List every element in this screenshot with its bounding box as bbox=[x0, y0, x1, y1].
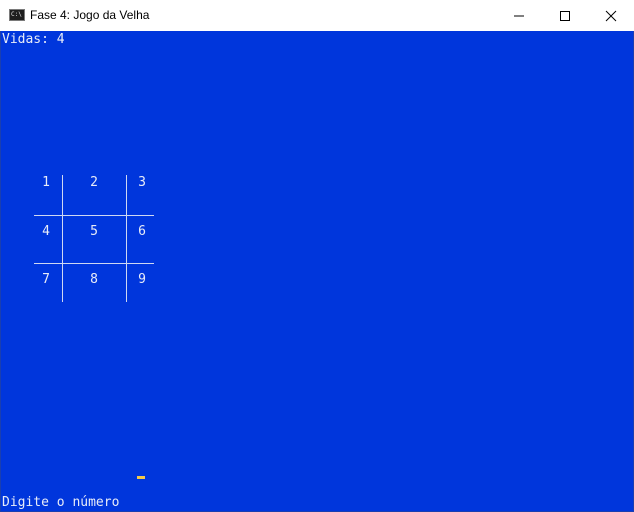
close-icon bbox=[605, 10, 617, 22]
text-cursor bbox=[137, 476, 145, 479]
minimize-icon bbox=[514, 15, 524, 17]
board-cell-8: 8 bbox=[90, 272, 98, 287]
console-area[interactable]: Vidas: 4 1 2 3 4 5 6 7 8 9 Digite o núme… bbox=[0, 31, 634, 512]
console-window: C:\ Fase 4: Jogo da Velha Vidas: 4 1 2 3… bbox=[0, 0, 634, 512]
board-cell-9: 9 bbox=[138, 272, 146, 287]
board-vertical-line-left bbox=[62, 175, 63, 302]
board-cell-6: 6 bbox=[138, 224, 146, 239]
board-horizontal-line-bottom bbox=[34, 263, 154, 264]
board-cell-5: 5 bbox=[90, 224, 98, 239]
minimize-button[interactable] bbox=[496, 0, 542, 31]
board-cell-3: 3 bbox=[138, 175, 146, 190]
board-cell-7: 7 bbox=[42, 272, 50, 287]
board-vertical-line-right bbox=[126, 175, 127, 302]
maximize-icon bbox=[560, 11, 570, 21]
board-cell-1: 1 bbox=[42, 175, 50, 190]
window-title: Fase 4: Jogo da Velha bbox=[30, 8, 150, 22]
tic-tac-toe-board: 1 2 3 4 5 6 7 8 9 bbox=[1, 31, 634, 512]
input-prompt: Digite o número bbox=[2, 495, 120, 510]
board-cell-4: 4 bbox=[42, 224, 50, 239]
title-bar[interactable]: C:\ Fase 4: Jogo da Velha bbox=[0, 0, 634, 31]
board-cell-2: 2 bbox=[90, 175, 98, 190]
console-icon-glyph: C:\ bbox=[11, 11, 22, 18]
maximize-button[interactable] bbox=[542, 0, 588, 31]
board-horizontal-line-top bbox=[34, 215, 154, 216]
close-button[interactable] bbox=[588, 0, 634, 31]
console-icon[interactable]: C:\ bbox=[9, 9, 25, 21]
